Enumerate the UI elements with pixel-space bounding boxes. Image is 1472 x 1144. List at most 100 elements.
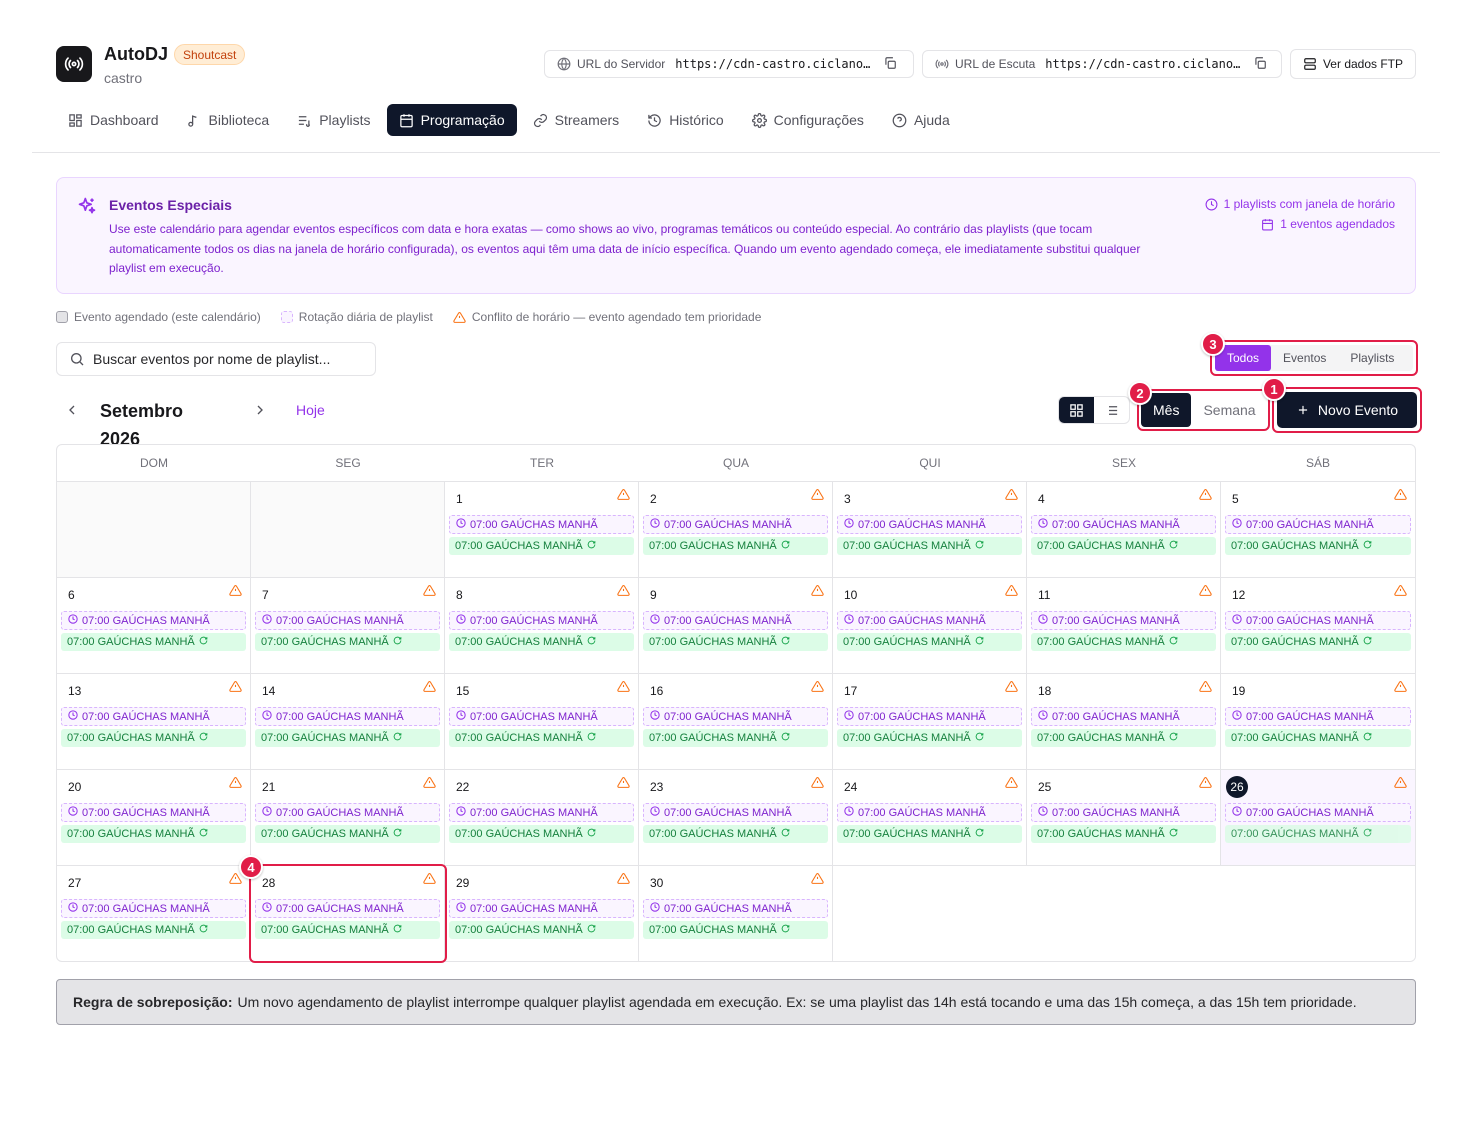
calendar-day-cell[interactable]: 20 07:00 GAÚCHAS MANHÃ 07:00 GAÚCHAS MANHÃ (57, 770, 251, 866)
scheduled-event-chip[interactable]: 07:00 GAÚCHAS MANHÃ (1031, 803, 1216, 822)
calendar-day-cell[interactable]: 26 07:00 GAÚCHAS MANHÃ 07:00 GAÚCHAS MANHÃ (1221, 770, 1415, 866)
nav-dashboard[interactable]: Dashboard (56, 104, 171, 136)
calendar-day-cell[interactable]: 30 07:00 GAÚCHAS MANHÃ 07:00 GAÚCHAS MANHÃ (639, 866, 833, 961)
calendar-day-cell[interactable]: 11 07:00 GAÚCHAS MANHÃ 07:00 GAÚCHAS MANHÃ (1027, 578, 1221, 674)
scheduled-event-chip[interactable]: 07:00 GAÚCHAS MANHÃ (449, 515, 634, 534)
calendar-day-cell[interactable]: 19 07:00 GAÚCHAS MANHÃ 07:00 GAÚCHAS MANHÃ (1221, 674, 1415, 770)
calendar-day-cell[interactable]: 2 07:00 GAÚCHAS MANHÃ 07:00 GAÚCHAS MANHÃ (639, 482, 833, 578)
playlist-rotation-chip[interactable]: 07:00 GAÚCHAS MANHÃ (61, 633, 246, 651)
calendar-day-cell[interactable]: 17 07:00 GAÚCHAS MANHÃ 07:00 GAÚCHAS MANHÃ (833, 674, 1027, 770)
calendar-day-cell[interactable]: 15 07:00 GAÚCHAS MANHÃ 07:00 GAÚCHAS MANHÃ (445, 674, 639, 770)
calendar-day-cell[interactable]: 6 07:00 GAÚCHAS MANHÃ 07:00 GAÚCHAS MANHÃ (57, 578, 251, 674)
calendar-day-cell[interactable]: 4 07:00 GAÚCHAS MANHÃ 07:00 GAÚCHAS MANHÃ (1027, 482, 1221, 578)
scheduled-event-chip[interactable]: 07:00 GAÚCHAS MANHÃ (61, 611, 246, 630)
playlist-rotation-chip[interactable]: 07:00 GAÚCHAS MANHÃ (61, 729, 246, 747)
calendar-day-cell[interactable]: 13 07:00 GAÚCHAS MANHÃ 07:00 GAÚCHAS MANHÃ (57, 674, 251, 770)
mode-week-button[interactable]: Semana (1191, 393, 1267, 427)
scheduled-event-chip[interactable]: 07:00 GAÚCHAS MANHÃ (61, 803, 246, 822)
scheduled-event-chip[interactable]: 07:00 GAÚCHAS MANHÃ (1225, 803, 1411, 822)
playlist-rotation-chip[interactable]: 07:00 GAÚCHAS MANHÃ (1225, 537, 1411, 555)
playlist-rotation-chip[interactable]: 07:00 GAÚCHAS MANHÃ (837, 729, 1022, 747)
scheduled-event-chip[interactable]: 07:00 GAÚCHAS MANHÃ (1031, 707, 1216, 726)
calendar-day-cell[interactable]: 5 07:00 GAÚCHAS MANHÃ 07:00 GAÚCHAS MANHÃ (1221, 482, 1415, 578)
playlist-rotation-chip[interactable]: 07:00 GAÚCHAS MANHÃ (837, 537, 1022, 555)
calendar-day-cell[interactable]: 25 07:00 GAÚCHAS MANHÃ 07:00 GAÚCHAS MANHÃ (1027, 770, 1221, 866)
playlist-rotation-chip[interactable]: 07:00 GAÚCHAS MANHÃ (643, 729, 828, 747)
nav-configuracoes[interactable]: Configurações (740, 104, 876, 136)
scheduled-event-chip[interactable]: 07:00 GAÚCHAS MANHÃ (837, 611, 1022, 630)
calendar-day-cell[interactable]: 12 07:00 GAÚCHAS MANHÃ 07:00 GAÚCHAS MANHÃ (1221, 578, 1415, 674)
calendar-day-cell[interactable]: 7 07:00 GAÚCHAS MANHÃ 07:00 GAÚCHAS MANHÃ (251, 578, 445, 674)
playlist-rotation-chip[interactable]: 07:00 GAÚCHAS MANHÃ (255, 729, 440, 747)
calendar-day-cell[interactable]: 27 07:00 GAÚCHAS MANHÃ 07:00 GAÚCHAS MANHÃ (57, 866, 251, 961)
scheduled-event-chip[interactable]: 07:00 GAÚCHAS MANHÃ (837, 707, 1022, 726)
nav-streamers[interactable]: Streamers (521, 104, 632, 136)
playlist-rotation-chip[interactable]: 07:00 GAÚCHAS MANHÃ (1031, 633, 1216, 651)
today-button[interactable]: Hoje (296, 402, 325, 418)
scheduled-event-chip[interactable]: 07:00 GAÚCHAS MANHÃ (643, 515, 828, 534)
playlist-rotation-chip[interactable]: 07:00 GAÚCHAS MANHÃ (61, 921, 246, 939)
calendar-day-cell[interactable]: 22 07:00 GAÚCHAS MANHÃ 07:00 GAÚCHAS MANHÃ (445, 770, 639, 866)
copy-icon[interactable] (883, 56, 897, 73)
scheduled-event-chip[interactable]: 07:00 GAÚCHAS MANHÃ (449, 803, 634, 822)
scheduled-event-chip[interactable]: 07:00 GAÚCHAS MANHÃ (643, 611, 828, 630)
calendar-day-cell[interactable]: 21 07:00 GAÚCHAS MANHÃ 07:00 GAÚCHAS MANHÃ (251, 770, 445, 866)
scheduled-event-chip[interactable]: 07:00 GAÚCHAS MANHÃ (1031, 611, 1216, 630)
scheduled-event-chip[interactable]: 07:00 GAÚCHAS MANHÃ (643, 707, 828, 726)
playlist-rotation-chip[interactable]: 07:00 GAÚCHAS MANHÃ (1225, 633, 1411, 651)
scheduled-event-chip[interactable]: 07:00 GAÚCHAS MANHÃ (255, 707, 440, 726)
scheduled-event-chip[interactable]: 07:00 GAÚCHAS MANHÃ (61, 707, 246, 726)
playlist-rotation-chip[interactable]: 07:00 GAÚCHAS MANHÃ (1225, 825, 1411, 843)
playlist-rotation-chip[interactable]: 07:00 GAÚCHAS MANHÃ (449, 537, 634, 555)
calendar-day-cell[interactable]: 3 07:00 GAÚCHAS MANHÃ 07:00 GAÚCHAS MANHÃ (833, 482, 1027, 578)
scheduled-event-chip[interactable]: 07:00 GAÚCHAS MANHÃ (643, 899, 828, 918)
playlist-rotation-chip[interactable]: 07:00 GAÚCHAS MANHÃ (1031, 537, 1216, 555)
playlist-rotation-chip[interactable]: 07:00 GAÚCHAS MANHÃ (1031, 825, 1216, 843)
calendar-day-cell[interactable]: 29 07:00 GAÚCHAS MANHÃ 07:00 GAÚCHAS MANHÃ (445, 866, 639, 961)
playlist-rotation-chip[interactable]: 07:00 GAÚCHAS MANHÃ (255, 633, 440, 651)
nav-historico[interactable]: Histórico (635, 104, 735, 136)
scheduled-event-chip[interactable]: 07:00 GAÚCHAS MANHÃ (837, 515, 1022, 534)
filter-eventos[interactable]: Eventos (1271, 345, 1338, 371)
playlist-rotation-chip[interactable]: 07:00 GAÚCHAS MANHÃ (449, 921, 634, 939)
nav-playlists[interactable]: Playlists (285, 104, 382, 136)
calendar-day-cell[interactable]: 16 07:00 GAÚCHAS MANHÃ 07:00 GAÚCHAS MANHÃ (639, 674, 833, 770)
playlist-rotation-chip[interactable]: 07:00 GAÚCHAS MANHÃ (255, 921, 440, 939)
playlist-rotation-chip[interactable]: 07:00 GAÚCHAS MANHÃ (449, 729, 634, 747)
nav-programacao[interactable]: Programação (386, 104, 517, 136)
scheduled-event-chip[interactable]: 07:00 GAÚCHAS MANHÃ (449, 707, 634, 726)
scheduled-event-chip[interactable]: 07:00 GAÚCHAS MANHÃ (1225, 611, 1411, 630)
prev-month-button[interactable] (62, 400, 82, 420)
new-event-button[interactable]: Novo Evento (1277, 392, 1417, 428)
calendar-day-cell[interactable]: 9 07:00 GAÚCHAS MANHÃ 07:00 GAÚCHAS MANHÃ (639, 578, 833, 674)
ftp-data-button[interactable]: Ver dados FTP (1290, 49, 1416, 79)
playlist-rotation-chip[interactable]: 07:00 GAÚCHAS MANHÃ (643, 921, 828, 939)
playlist-rotation-chip[interactable]: 07:00 GAÚCHAS MANHÃ (837, 825, 1022, 843)
scheduled-event-chip[interactable]: 07:00 GAÚCHAS MANHÃ (837, 803, 1022, 822)
scheduled-event-chip[interactable]: 07:00 GAÚCHAS MANHÃ (255, 899, 440, 918)
playlist-rotation-chip[interactable]: 07:00 GAÚCHAS MANHÃ (837, 633, 1022, 651)
scheduled-event-chip[interactable]: 07:00 GAÚCHAS MANHÃ (449, 611, 634, 630)
calendar-day-cell[interactable]: 18 07:00 GAÚCHAS MANHÃ 07:00 GAÚCHAS MANHÃ (1027, 674, 1221, 770)
scheduled-event-chip[interactable]: 07:00 GAÚCHAS MANHÃ (61, 899, 246, 918)
playlist-rotation-chip[interactable]: 07:00 GAÚCHAS MANHÃ (643, 633, 828, 651)
calendar-day-cell[interactable]: 28 07:00 GAÚCHAS MANHÃ 07:00 GAÚCHAS MANHÃ (251, 866, 445, 961)
playlist-rotation-chip[interactable]: 07:00 GAÚCHAS MANHÃ (1225, 729, 1411, 747)
calendar-day-cell[interactable]: 10 07:00 GAÚCHAS MANHÃ 07:00 GAÚCHAS MANHÃ (833, 578, 1027, 674)
playlist-rotation-chip[interactable]: 07:00 GAÚCHAS MANHÃ (449, 633, 634, 651)
copy-icon[interactable] (1253, 56, 1267, 73)
playlist-rotation-chip[interactable]: 07:00 GAÚCHAS MANHÃ (449, 825, 634, 843)
grid-view-button[interactable] (1059, 397, 1094, 423)
playlist-rotation-chip[interactable]: 07:00 GAÚCHAS MANHÃ (1031, 729, 1216, 747)
calendar-day-cell[interactable]: 23 07:00 GAÚCHAS MANHÃ 07:00 GAÚCHAS MANHÃ (639, 770, 833, 866)
scheduled-event-chip[interactable]: 07:00 GAÚCHAS MANHÃ (1225, 707, 1411, 726)
scheduled-event-chip[interactable]: 07:00 GAÚCHAS MANHÃ (643, 803, 828, 822)
scheduled-event-chip[interactable]: 07:00 GAÚCHAS MANHÃ (255, 611, 440, 630)
playlist-rotation-chip[interactable]: 07:00 GAÚCHAS MANHÃ (255, 825, 440, 843)
playlist-rotation-chip[interactable]: 07:00 GAÚCHAS MANHÃ (61, 825, 246, 843)
playlist-rotation-chip[interactable]: 07:00 GAÚCHAS MANHÃ (643, 537, 828, 555)
nav-ajuda[interactable]: Ajuda (880, 104, 962, 136)
list-view-button[interactable] (1094, 397, 1129, 423)
filter-playlists[interactable]: Playlists (1338, 345, 1406, 371)
calendar-day-cell[interactable]: 8 07:00 GAÚCHAS MANHÃ 07:00 GAÚCHAS MANHÃ (445, 578, 639, 674)
